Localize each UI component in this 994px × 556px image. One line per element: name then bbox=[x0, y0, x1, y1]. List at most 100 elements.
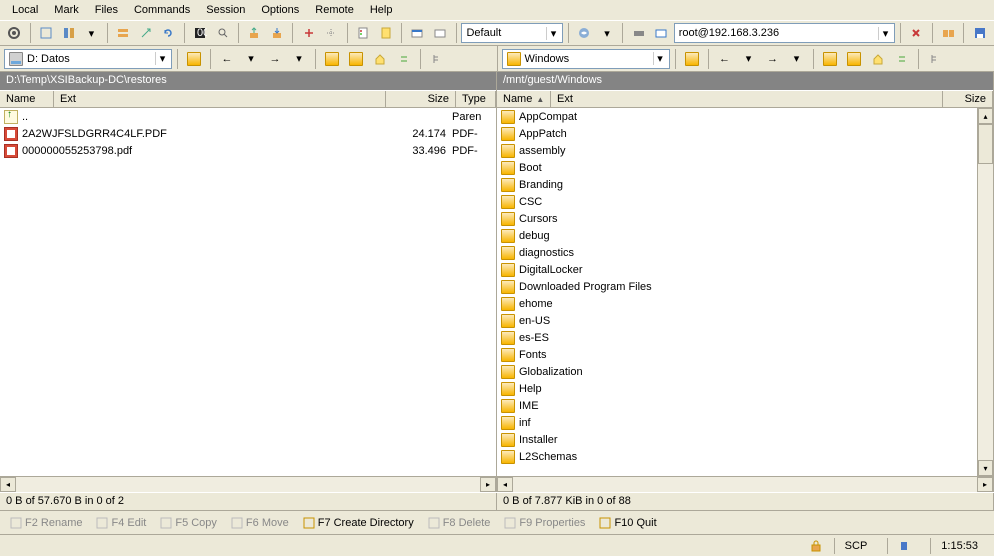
terminal-icon[interactable]: 001 bbox=[190, 22, 211, 44]
folder-row[interactable]: diagnostics bbox=[497, 244, 977, 261]
chevron-down-icon[interactable]: ▾ bbox=[653, 52, 667, 65]
file-row[interactable]: 2A2WJFSLDGRR4C4LF.PDF24.174PDF- bbox=[0, 125, 496, 142]
tree-icon[interactable] bbox=[924, 48, 946, 70]
close-session-icon[interactable] bbox=[906, 22, 927, 44]
find-icon[interactable] bbox=[212, 22, 233, 44]
root-icon[interactable] bbox=[843, 48, 865, 70]
home-icon[interactable] bbox=[867, 48, 889, 70]
new-icon[interactable] bbox=[298, 22, 319, 44]
col-type[interactable]: Type bbox=[456, 91, 496, 107]
session-icon[interactable] bbox=[407, 22, 428, 44]
folder-row[interactable]: IME bbox=[497, 397, 977, 414]
dropdown-icon[interactable]: ▾ bbox=[81, 22, 102, 44]
right-vscroll[interactable]: ▴ ▾ bbox=[977, 108, 993, 476]
home-icon[interactable] bbox=[369, 48, 391, 70]
session2-icon[interactable] bbox=[430, 22, 451, 44]
openfolder-icon[interactable] bbox=[183, 48, 205, 70]
back-dd[interactable]: ▾ bbox=[240, 48, 262, 70]
bookmark-icon[interactable] bbox=[375, 22, 396, 44]
folder-row[interactable]: es-ES bbox=[497, 329, 977, 346]
fkey-f7[interactable]: F7 Create Directory bbox=[297, 515, 420, 531]
col-name[interactable]: Name bbox=[0, 91, 54, 107]
scroll-track[interactable] bbox=[978, 124, 993, 460]
scroll-track[interactable] bbox=[513, 477, 977, 492]
tree-icon[interactable] bbox=[426, 48, 448, 70]
host-combo[interactable]: root@192.168.3.236▾ bbox=[674, 23, 895, 43]
props-icon[interactable] bbox=[353, 22, 374, 44]
folder-row[interactable]: L2Schemas bbox=[497, 448, 977, 465]
forward-dd[interactable]: ▾ bbox=[786, 48, 808, 70]
folder-row[interactable]: Downloaded Program Files bbox=[497, 278, 977, 295]
scroll-down-icon[interactable]: ▾ bbox=[978, 460, 993, 476]
folder-row[interactable]: Cursors bbox=[497, 210, 977, 227]
newsession-icon[interactable] bbox=[651, 22, 672, 44]
folder-row[interactable]: AppCompat bbox=[497, 108, 977, 125]
folder-row[interactable]: ehome bbox=[497, 295, 977, 312]
folder-row[interactable]: debug bbox=[497, 227, 977, 244]
back-icon[interactable]: ← bbox=[714, 48, 736, 70]
parent-row[interactable]: ..Paren bbox=[0, 108, 496, 125]
menu-session[interactable]: Session bbox=[198, 2, 253, 18]
menu-options[interactable]: Options bbox=[253, 2, 307, 18]
sync-browse-icon[interactable] bbox=[393, 48, 415, 70]
folder-row[interactable]: en-US bbox=[497, 312, 977, 329]
compare-icon[interactable] bbox=[58, 22, 79, 44]
folder-row[interactable]: Installer bbox=[497, 431, 977, 448]
folder-row[interactable]: CSC bbox=[497, 193, 977, 210]
back-dd[interactable]: ▾ bbox=[738, 48, 760, 70]
sync-icon[interactable] bbox=[36, 22, 57, 44]
right-hscroll[interactable]: ◂ ▸ bbox=[497, 476, 993, 492]
queue-icon[interactable] bbox=[113, 22, 134, 44]
scroll-right-icon[interactable]: ▸ bbox=[977, 477, 993, 492]
forward-icon[interactable]: → bbox=[264, 48, 286, 70]
refresh-icon[interactable] bbox=[158, 22, 179, 44]
delete-icon[interactable] bbox=[321, 22, 342, 44]
folder-row[interactable]: assembly bbox=[497, 142, 977, 159]
forward-icon[interactable]: → bbox=[762, 48, 784, 70]
menu-local[interactable]: Local bbox=[4, 2, 46, 18]
col-size[interactable]: Size bbox=[386, 91, 456, 107]
parent-icon[interactable] bbox=[321, 48, 343, 70]
reconnect-icon[interactable] bbox=[574, 22, 595, 44]
disconnect-icon[interactable] bbox=[628, 22, 649, 44]
download-icon[interactable] bbox=[267, 22, 288, 44]
menu-help[interactable]: Help bbox=[362, 2, 401, 18]
upload-icon[interactable] bbox=[244, 22, 265, 44]
transfer-preset-combo[interactable]: Default▾ bbox=[461, 23, 563, 43]
file-row[interactable]: 000000055253798.pdf33.496PDF- bbox=[0, 142, 496, 159]
root-icon[interactable] bbox=[345, 48, 367, 70]
encryption-icon[interactable] bbox=[887, 538, 920, 554]
explorer-icon[interactable] bbox=[938, 22, 959, 44]
scroll-left-icon[interactable]: ◂ bbox=[497, 477, 513, 492]
col-name[interactable]: Name▲ bbox=[497, 91, 551, 107]
scroll-right-icon[interactable]: ▸ bbox=[480, 477, 496, 492]
forward-dd[interactable]: ▾ bbox=[288, 48, 310, 70]
folder-row[interactable]: DigitalLocker bbox=[497, 261, 977, 278]
folder-row[interactable]: Globalization bbox=[497, 363, 977, 380]
lock-icon[interactable] bbox=[808, 538, 824, 554]
left-hscroll[interactable]: ◂ ▸ bbox=[0, 476, 496, 492]
folder-row[interactable]: Fonts bbox=[497, 346, 977, 363]
right-drive-combo[interactable]: Windows ▾ bbox=[502, 49, 670, 69]
sync-browse-icon[interactable] bbox=[891, 48, 913, 70]
left-drive-combo[interactable]: D: Datos ▾ bbox=[4, 49, 172, 69]
save-icon[interactable] bbox=[969, 22, 990, 44]
folder-row[interactable]: Help bbox=[497, 380, 977, 397]
folder-row[interactable]: AppPatch bbox=[497, 125, 977, 142]
chevron-down-icon[interactable]: ▾ bbox=[546, 27, 560, 40]
fkey-f10[interactable]: F10 Quit bbox=[593, 515, 662, 531]
col-ext[interactable]: Ext bbox=[551, 91, 943, 107]
back-icon[interactable]: ← bbox=[216, 48, 238, 70]
folder-row[interactable]: Branding bbox=[497, 176, 977, 193]
transfer-settings-icon[interactable] bbox=[135, 22, 156, 44]
scroll-left-icon[interactable]: ◂ bbox=[0, 477, 16, 492]
menu-mark[interactable]: Mark bbox=[46, 2, 86, 18]
col-ext[interactable]: Ext bbox=[54, 91, 386, 107]
col-size[interactable]: Size bbox=[943, 91, 993, 107]
left-file-list[interactable]: ..Paren2A2WJFSLDGRR4C4LF.PDF24.174PDF-00… bbox=[0, 108, 496, 476]
folder-row[interactable]: inf bbox=[497, 414, 977, 431]
parent-icon[interactable] bbox=[819, 48, 841, 70]
folder-row[interactable]: Boot bbox=[497, 159, 977, 176]
dropdown2-icon[interactable]: ▾ bbox=[597, 22, 618, 44]
menu-remote[interactable]: Remote bbox=[307, 2, 362, 18]
